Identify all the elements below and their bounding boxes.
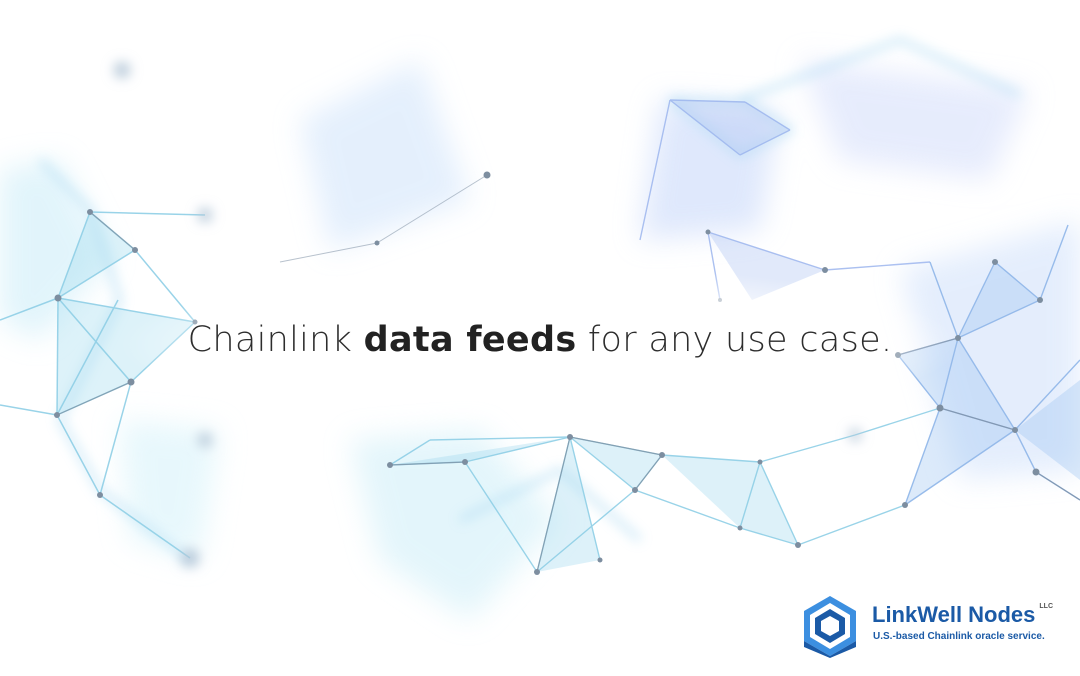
brand-tagline: U.S.-based Chainlink oracle service. [873,631,1045,642]
headline: Chainlink data feeds for any use case. [0,320,1080,360]
hexagon-logo-icon [804,596,856,658]
brand-llc: LLC [1039,603,1054,610]
headline-prefix: Chainlink [187,320,364,360]
brand-name: LinkWell Nodes LLC [872,602,1053,628]
linkwell-logo: LinkWell Nodes LLC U.S.-based Chainlink o… [800,594,1060,658]
headline-emphasis: data feeds [363,320,577,360]
headline-suffix: for any use case. [576,320,893,360]
brand-name-text: LinkWell Nodes [872,602,1036,627]
